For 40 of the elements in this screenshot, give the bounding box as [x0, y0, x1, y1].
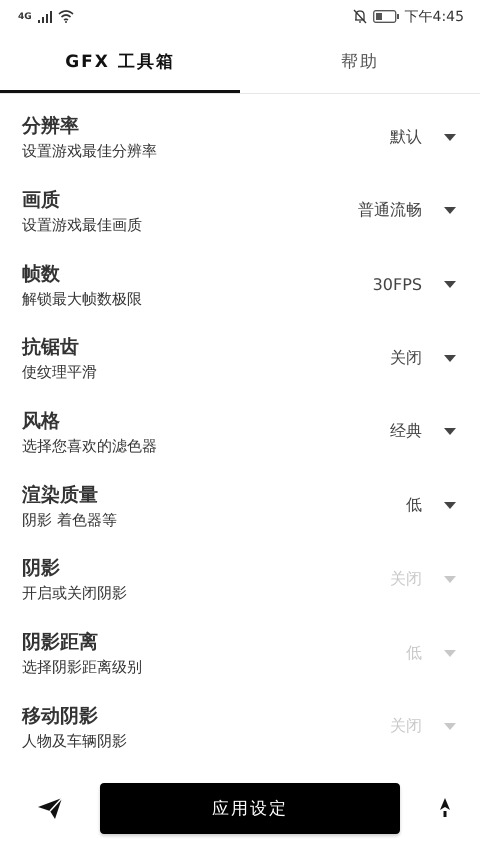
send-icon[interactable]: [38, 798, 62, 819]
dropdown-value[interactable]: 默认: [390, 126, 422, 148]
dropdown-caret-icon[interactable]: [444, 354, 456, 362]
setting-title: 画质: [22, 188, 61, 213]
setting-description: 阴影 着色器等: [22, 510, 118, 530]
dropdown-caret-icon[interactable]: [444, 428, 456, 436]
bell-off-icon: [352, 9, 367, 24]
setting-description: 解锁最大帧数极限: [22, 290, 143, 309]
setting-title: 移动阴影: [22, 704, 99, 729]
network-label: 4G: [18, 12, 32, 22]
clock-time: 下午4:45: [404, 8, 464, 26]
setting-title: 阴影距离: [22, 630, 99, 656]
setting-title: 分辨率: [22, 114, 80, 140]
dropdown-value[interactable]: 关闭: [390, 348, 422, 369]
dropdown-value[interactable]: 30FPS: [372, 275, 422, 294]
setting-description: 选择您喜欢的滤色器: [22, 436, 158, 456]
apply-settings-button[interactable]: 应用设定: [100, 782, 400, 834]
setting-description: 设置游戏最佳分辨率: [22, 142, 158, 162]
setting-title: 渲染质量: [22, 482, 99, 508]
setting-description: 选择阴影距离级别: [22, 658, 143, 678]
setting-description: 开启或关闭阴影: [22, 584, 128, 604]
setting-title: 帧数: [22, 262, 61, 287]
signal-icon: [38, 10, 52, 23]
setting-description: 使纹理平滑: [22, 363, 98, 382]
setting-title: 阴影: [22, 556, 61, 582]
tab[interactable]: 帮助: [240, 33, 480, 94]
dropdown-value[interactable]: 经典: [390, 421, 422, 442]
setting-title: 风格: [22, 408, 61, 434]
dropdown-caret-icon[interactable]: [444, 134, 456, 141]
dropdown-caret-icon[interactable]: [444, 502, 456, 510]
setting-description: 人物及车辆阴影: [22, 732, 128, 751]
tab[interactable]: GFX 工具箱: [0, 33, 240, 94]
dropdown-caret-icon[interactable]: [444, 207, 456, 214]
setting-title: 抗锯齿: [22, 335, 80, 360]
dropdown-value[interactable]: 低: [406, 495, 422, 516]
dropdown-caret-icon[interactable]: [444, 281, 456, 288]
dropdown-value[interactable]: 普通流畅: [358, 200, 422, 222]
wifi-icon: [58, 10, 74, 24]
setting-description: 设置游戏最佳画质: [22, 216, 143, 235]
battery-icon: [372, 10, 399, 24]
